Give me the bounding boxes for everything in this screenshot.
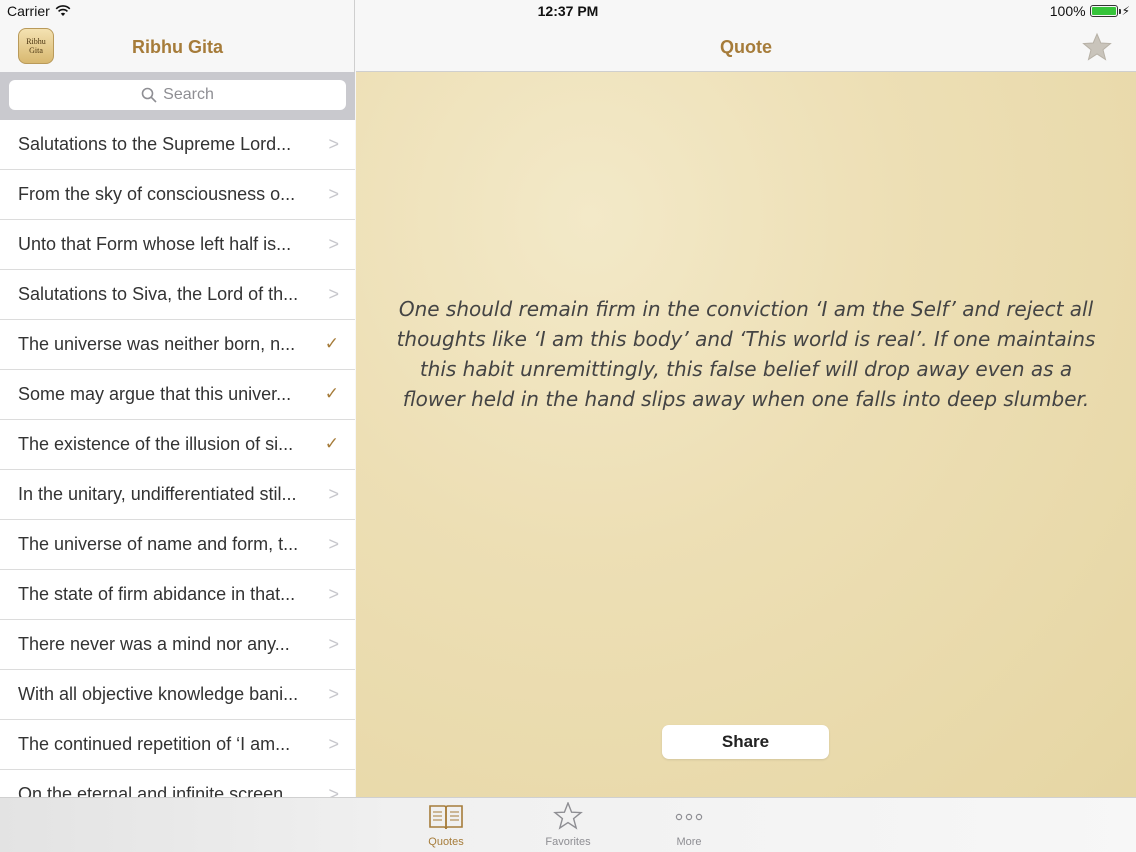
- tab-favorites-label: Favorites: [545, 836, 591, 848]
- detail-navbar: Quote: [356, 22, 1136, 72]
- list-item[interactable]: On the eternal and infinite screen... >: [0, 770, 355, 797]
- battery-icon: [1089, 5, 1121, 17]
- star-icon: [553, 802, 583, 830]
- quote-text: One should remain firm in the conviction…: [396, 297, 1096, 411]
- tab-quotes-label: Quotes: [428, 836, 464, 848]
- tab-more[interactable]: More: [644, 802, 734, 848]
- list-item-text: The universe of name and form, t...: [18, 534, 299, 554]
- chevron-right-icon: >: [328, 784, 339, 797]
- list-item-text: Unto that Form whose left half is...: [18, 234, 292, 254]
- chevron-right-icon: >: [328, 484, 339, 504]
- list-item-text: Salutations to the Supreme Lord...: [18, 134, 292, 154]
- favorite-button[interactable]: [1082, 32, 1112, 62]
- list-item[interactable]: The continued repetition of ‘I am... >: [0, 720, 355, 770]
- checkmark-icon: ✓: [324, 384, 339, 403]
- list-item[interactable]: From the sky of consciousness o... >: [0, 170, 355, 220]
- chevron-right-icon: >: [328, 684, 339, 704]
- checkmark-icon: ✓: [324, 434, 339, 453]
- chevron-right-icon: >: [328, 284, 339, 304]
- chevron-right-icon: >: [328, 534, 339, 554]
- charging-icon: ⚡: [1121, 4, 1130, 18]
- search-input[interactable]: Search: [9, 80, 346, 110]
- list-item[interactable]: In the unitary, undifferentiated stil...…: [0, 470, 355, 520]
- list-item[interactable]: Unto that Form whose left half is... >: [0, 220, 355, 270]
- list-item-text: With all objective knowledge bani...: [18, 684, 299, 704]
- more-icon: [675, 813, 703, 821]
- tab-bar: Quotes Favorites More: [0, 797, 1136, 852]
- list-item-text: The state of firm abidance in that...: [18, 584, 296, 604]
- status-time: 12:37 PM: [537, 3, 599, 19]
- chevron-right-icon: >: [328, 234, 339, 254]
- master-panel: Ribhu Gita Ribhu Gita Search Salutations…: [0, 0, 355, 852]
- checkmark-icon: ✓: [324, 334, 339, 353]
- book-icon: [429, 805, 463, 830]
- tab-favorites[interactable]: Favorites: [523, 802, 613, 848]
- detail-panel: Quote One should remain firm in the conv…: [356, 0, 1136, 852]
- battery-info: 100% ⚡: [1050, 3, 1130, 19]
- list-item-text: Some may argue that this univer...: [18, 384, 292, 404]
- list-item[interactable]: The state of firm abidance in that... >: [0, 570, 355, 620]
- quote-list: Salutations to the Supreme Lord... > From…: [0, 120, 355, 797]
- star-icon: [1082, 32, 1112, 61]
- chevron-right-icon: >: [328, 734, 339, 754]
- list-item[interactable]: The universe was neither born, n... ✓: [0, 320, 355, 370]
- list-item[interactable]: With all objective knowledge bani... >: [0, 670, 355, 720]
- status-bar: Carrier 12:37 PM 100% ⚡: [0, 0, 1136, 22]
- chevron-right-icon: >: [328, 184, 339, 204]
- list-item[interactable]: The universe of name and form, t... >: [0, 520, 355, 570]
- chevron-right-icon: >: [328, 634, 339, 654]
- list-item-text: The continued repetition of ‘I am...: [18, 734, 291, 754]
- search-icon: [141, 87, 157, 103]
- tab-more-label: More: [676, 836, 702, 848]
- list-item[interactable]: Salutations to Siva, the Lord of th... >: [0, 270, 355, 320]
- list-item-text: From the sky of consciousness o...: [18, 184, 296, 204]
- page-title: Quote: [720, 37, 772, 57]
- search-bar: Search: [0, 72, 355, 120]
- list-item-text: Salutations to Siva, the Lord of th...: [18, 284, 299, 304]
- share-button[interactable]: Share: [662, 725, 829, 759]
- list-item-text: There never was a mind nor any...: [18, 634, 290, 654]
- list-item-text: The universe was neither born, n...: [18, 334, 296, 354]
- list-item[interactable]: There never was a mind nor any... >: [0, 620, 355, 670]
- list-item[interactable]: The existence of the illusion of si... ✓: [0, 420, 355, 470]
- list-item[interactable]: Salutations to the Supreme Lord... >: [0, 120, 355, 170]
- sidebar-navbar: Ribhu Gita Ribhu Gita: [0, 22, 355, 72]
- sidebar-title: Ribhu Gita: [132, 37, 223, 57]
- list-item-text: The existence of the illusion of si...: [18, 434, 294, 454]
- battery-percent: 100%: [1049, 3, 1086, 19]
- list-item-text: On the eternal and infinite screen...: [18, 784, 299, 797]
- search-placeholder: Search: [163, 86, 214, 103]
- chevron-right-icon: >: [328, 134, 339, 154]
- list-item-text: In the unitary, undifferentiated stil...: [18, 484, 297, 504]
- chevron-right-icon: >: [328, 584, 339, 604]
- list-item[interactable]: Some may argue that this univer... ✓: [0, 370, 355, 420]
- quote-area: One should remain firm in the conviction…: [356, 72, 1136, 797]
- tab-quotes[interactable]: Quotes: [401, 802, 491, 848]
